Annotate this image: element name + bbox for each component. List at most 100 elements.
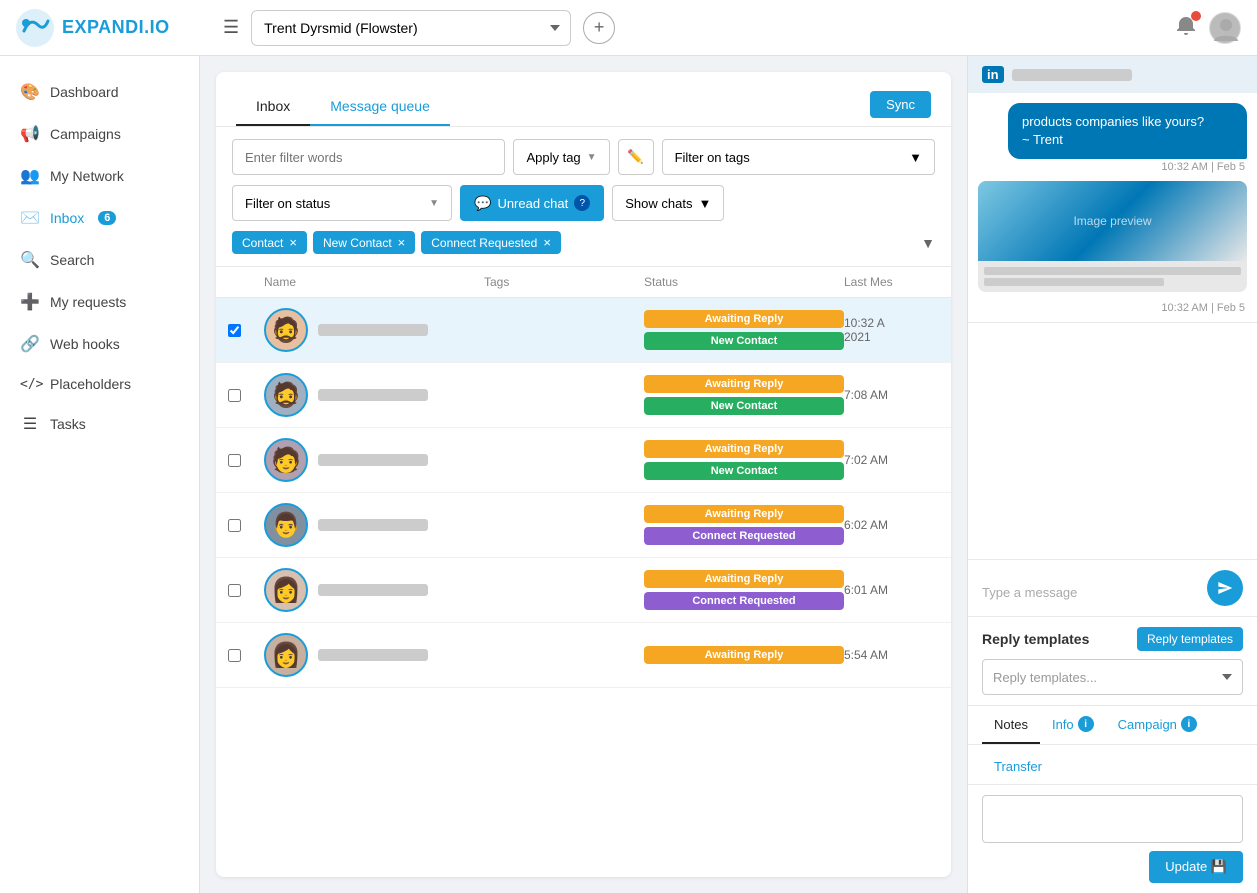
sidebar-item-inbox[interactable]: ✉️ Inbox 6 bbox=[0, 198, 199, 238]
message-area: Type a message bbox=[968, 559, 1257, 616]
filter-expand-icon[interactable]: ▼ bbox=[921, 235, 935, 251]
row-checkbox[interactable] bbox=[228, 389, 264, 402]
row-checkbox[interactable] bbox=[228, 454, 264, 467]
hamburger-icon[interactable]: ☰ bbox=[223, 17, 239, 38]
sidebar-item-placeholders[interactable]: </> Placeholders bbox=[0, 366, 199, 402]
reply-templates-area: Reply templates Reply templates Reply te… bbox=[968, 616, 1257, 705]
row-name-text bbox=[318, 454, 428, 466]
status-chevron: ▼ bbox=[429, 198, 439, 209]
notes-textarea[interactable] bbox=[982, 795, 1243, 843]
row-name-cell: 👩 bbox=[264, 568, 484, 612]
active-tag-contact: Contact × bbox=[232, 231, 307, 254]
sidebar-item-search[interactable]: 🔍 Search bbox=[0, 240, 199, 280]
sidebar-item-dashboard[interactable]: 🎨 Dashboard bbox=[0, 72, 199, 112]
row-checkbox[interactable] bbox=[228, 324, 264, 337]
row-status: Awaiting Reply Connect Requested bbox=[644, 570, 844, 610]
table-row[interactable]: 👨 Awaiting Reply Connect Requested 6:02 … bbox=[216, 493, 951, 558]
chat-image-container: Image preview bbox=[978, 181, 1247, 292]
row-status: Awaiting Reply New Contact bbox=[644, 440, 844, 480]
sidebar-item-my-requests[interactable]: ➕ My requests bbox=[0, 282, 199, 322]
sidebar-item-campaigns[interactable]: 📢 Campaigns bbox=[0, 114, 199, 154]
update-button[interactable]: Update 💾 bbox=[1149, 851, 1243, 883]
sidebar-label-campaigns: Campaigns bbox=[50, 126, 121, 142]
sidebar: 🎨 Dashboard 📢 Campaigns 👥 My Network ✉️ … bbox=[0, 56, 200, 893]
unread-icon: 💬 bbox=[474, 195, 491, 212]
show-chats-chevron: ▼ bbox=[698, 196, 711, 211]
notes-area: Notes Info i Campaign i Transfer bbox=[968, 705, 1257, 893]
row-status: Awaiting Reply New Contact bbox=[644, 375, 844, 415]
row-name-cell: 🧔 bbox=[264, 308, 484, 352]
chat-image-caption bbox=[978, 261, 1247, 292]
filter-on-tags-button[interactable]: Filter on tags ▼ bbox=[662, 139, 935, 175]
table-row[interactable]: 👩 Awaiting Reply 5:54 AM bbox=[216, 623, 951, 688]
tab-message-queue[interactable]: Message queue bbox=[310, 88, 450, 126]
sidebar-label-inbox: Inbox bbox=[50, 210, 84, 226]
table-row[interactable]: 🧔 Awaiting Reply New Contact 7:08 AM bbox=[216, 363, 951, 428]
table-row[interactable]: 👩 Awaiting Reply Connect Requested 6:01 … bbox=[216, 558, 951, 623]
sidebar-item-web-hooks[interactable]: 🔗 Web hooks bbox=[0, 324, 199, 364]
send-button[interactable] bbox=[1207, 570, 1243, 606]
reply-templates-select[interactable]: Reply templates... bbox=[982, 659, 1243, 695]
table-row[interactable]: 🧔 Awaiting Reply New Contact 10:32 A2021 bbox=[216, 298, 951, 363]
remove-tag-connect-requested[interactable]: × bbox=[543, 235, 551, 250]
sync-button[interactable]: Sync bbox=[870, 91, 931, 118]
add-account-button[interactable]: + bbox=[583, 12, 615, 44]
my-network-icon: 👥 bbox=[20, 166, 40, 186]
tab-info[interactable]: Info i bbox=[1040, 706, 1106, 744]
tab-inbox[interactable]: Inbox bbox=[236, 88, 310, 126]
notification-badge bbox=[1191, 11, 1201, 21]
chat-image: Image preview bbox=[978, 181, 1247, 261]
tab-notes[interactable]: Notes bbox=[982, 706, 1040, 744]
row-name-text bbox=[318, 584, 428, 596]
status-awaiting-reply: Awaiting Reply bbox=[644, 505, 844, 523]
remove-tag-contact[interactable]: × bbox=[289, 235, 297, 250]
status-new-contact: New Contact bbox=[644, 397, 844, 415]
status-awaiting-reply: Awaiting Reply bbox=[644, 646, 844, 664]
sidebar-label-my-network: My Network bbox=[50, 168, 124, 184]
linkedin-logo: in bbox=[982, 66, 1004, 83]
row-checkbox[interactable] bbox=[228, 584, 264, 597]
user-avatar[interactable] bbox=[1209, 12, 1241, 44]
notification-icon[interactable] bbox=[1175, 15, 1197, 40]
sidebar-item-my-network[interactable]: 👥 My Network bbox=[0, 156, 199, 196]
unread-chat-button[interactable]: 💬 Unread chat ? bbox=[460, 185, 604, 221]
inbox-badge: 6 bbox=[98, 211, 116, 225]
status-awaiting-reply: Awaiting Reply bbox=[644, 310, 844, 328]
logo-area: EXPANDI.IO bbox=[16, 9, 211, 47]
message-row: Type a message bbox=[982, 570, 1243, 606]
row-avatar: 🧑 bbox=[264, 438, 308, 482]
inbox-table: Name Tags Status Last Mes 🧔 Awaiting Rep… bbox=[216, 267, 951, 877]
row-time: 10:32 A2021 bbox=[844, 316, 951, 344]
tab-campaign[interactable]: Campaign i bbox=[1106, 706, 1209, 744]
filter-on-status-button[interactable]: Filter on status ▼ bbox=[232, 185, 452, 221]
reply-templates-button[interactable]: Reply templates bbox=[1137, 627, 1243, 651]
inbox-tabs: Inbox Message queue Sync bbox=[236, 88, 931, 126]
show-chats-button[interactable]: Show chats ▼ bbox=[612, 185, 724, 221]
remove-tag-new-contact[interactable]: × bbox=[398, 235, 406, 250]
account-selector[interactable]: Trent Dyrsmid (Flowster) bbox=[251, 10, 571, 46]
row-checkbox[interactable] bbox=[228, 649, 264, 662]
row-name-text bbox=[318, 324, 428, 336]
inbox-panel: Inbox Message queue Sync Apply tag ▼ ✏ bbox=[216, 72, 951, 877]
campaigns-icon: 📢 bbox=[20, 124, 40, 144]
row-time: 7:08 AM bbox=[844, 388, 951, 402]
row-checkbox[interactable] bbox=[228, 519, 264, 532]
campaign-badge: i bbox=[1181, 716, 1197, 732]
th-name: Name bbox=[264, 275, 484, 289]
status-connect-requested: Connect Requested bbox=[644, 592, 844, 610]
status-new-contact: New Contact bbox=[644, 462, 844, 480]
edit-tag-button[interactable]: ✏️ bbox=[618, 139, 654, 175]
filter-words-input[interactable] bbox=[232, 139, 505, 175]
right-panel: in products companies like yours? ~ Tren… bbox=[967, 56, 1257, 893]
linkedin-header: in bbox=[968, 56, 1257, 93]
apply-tag-chevron: ▼ bbox=[587, 152, 597, 163]
table-row[interactable]: 🧑 Awaiting Reply New Contact 7:02 AM bbox=[216, 428, 951, 493]
sidebar-item-tasks[interactable]: ☰ Tasks bbox=[0, 404, 199, 444]
content-area: Inbox Message queue Sync Apply tag ▼ ✏ bbox=[200, 56, 1257, 893]
th-status: Status bbox=[644, 275, 844, 289]
tasks-icon: ☰ bbox=[20, 414, 40, 434]
apply-tag-button[interactable]: Apply tag ▼ bbox=[513, 139, 609, 175]
tab-transfer[interactable]: Transfer bbox=[982, 749, 1243, 784]
inbox-header: Inbox Message queue Sync bbox=[216, 72, 951, 127]
unread-info: ? bbox=[574, 195, 590, 211]
